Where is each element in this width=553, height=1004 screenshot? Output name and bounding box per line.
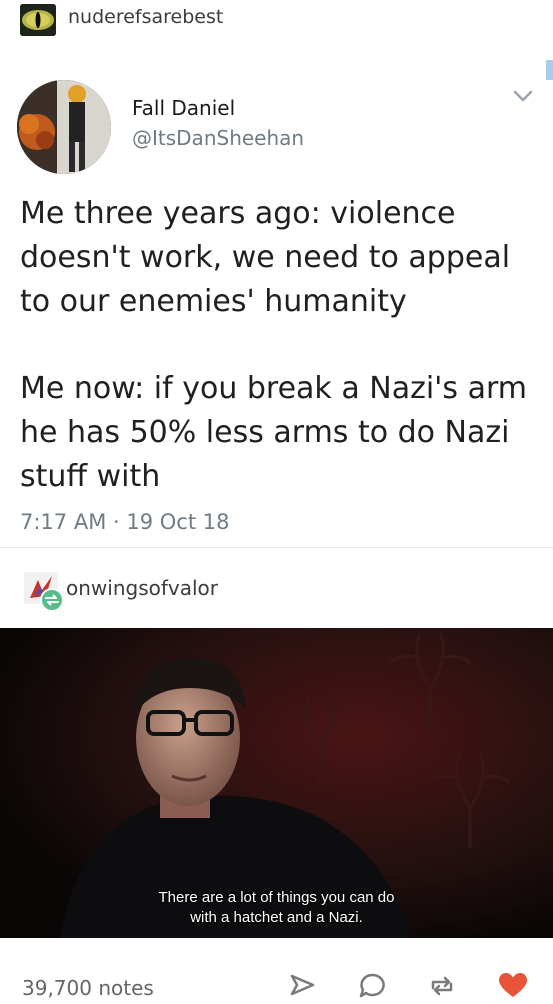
- reblogger-username[interactable]: onwingsofvalor: [66, 576, 218, 600]
- subtitle-line: with a hatchet and a Nazi.: [190, 909, 363, 926]
- reblogger-avatar[interactable]: [24, 572, 64, 612]
- tweet-handle[interactable]: @ItsDanSheehan: [132, 126, 304, 150]
- reblog-badge-icon: [40, 588, 64, 612]
- reblog-icon[interactable]: [425, 970, 459, 1000]
- tweet-text-paragraph: Me now: if you break a Nazi's arm he has…: [20, 371, 527, 494]
- scroll-indicator: [546, 60, 553, 80]
- movie-subtitle: There are a lot of things you can do wit…: [0, 888, 553, 928]
- reblogger-username[interactable]: nuderefsarebest: [68, 6, 223, 28]
- notes-count[interactable]: 39,700 notes: [22, 976, 154, 1000]
- subtitle-line: There are a lot of things you can do: [158, 889, 395, 906]
- share-icon[interactable]: [285, 970, 319, 1000]
- eye-avatar-image: [20, 4, 56, 36]
- chevron-down-icon[interactable]: [512, 88, 534, 104]
- profile-photo-image: [17, 80, 111, 174]
- tweet-avatar[interactable]: [17, 80, 111, 174]
- reply-icon[interactable]: [355, 970, 389, 1000]
- heart-icon[interactable]: [496, 970, 530, 1000]
- tweet-text-paragraph: Me three years ago: violence doesn't wor…: [20, 196, 511, 319]
- divider: [0, 547, 553, 548]
- tweet-timestamp[interactable]: 7:17 AM · 19 Oct 18: [20, 510, 229, 534]
- reblogger-avatar[interactable]: [20, 4, 56, 36]
- tweet-display-name[interactable]: Fall Daniel: [132, 96, 235, 120]
